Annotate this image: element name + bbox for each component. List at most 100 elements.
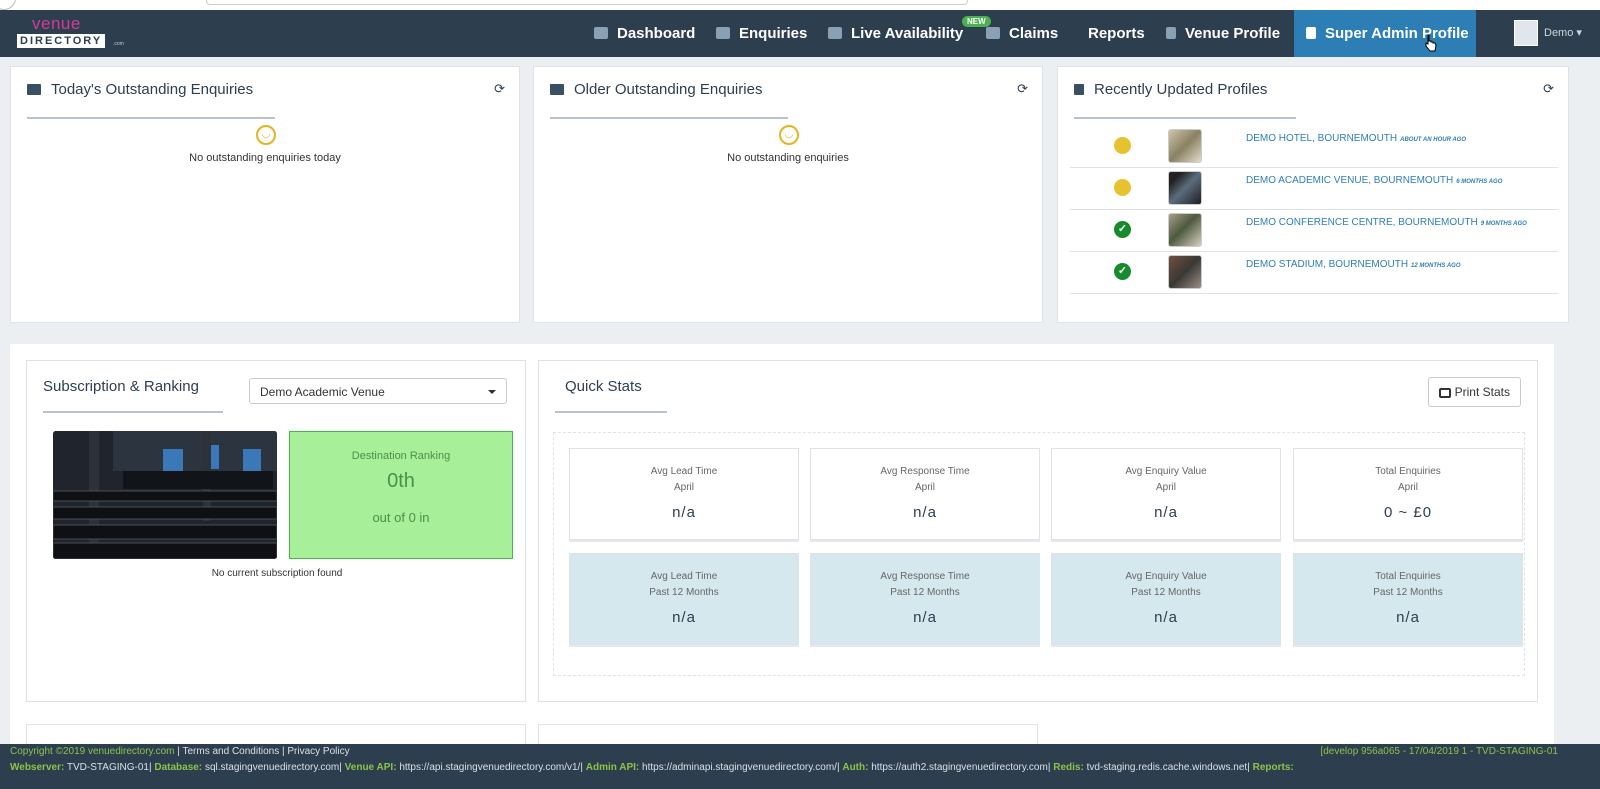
recent-profiles-title: Recently Updated Profiles [1074,81,1267,98]
stat-label: Avg Response Time [880,571,970,582]
venue-select-value: Demo Academic Venue [260,385,385,399]
profile-row[interactable]: DEMO ACADEMIC VENUE, BOURNEMOUTH 6 MONTHS… [1070,167,1558,210]
nav-claims[interactable]: Claims [986,10,1058,57]
lock-icon [1306,27,1316,39]
stat-card: Total Enquiries April 0 ~ £0 [1293,448,1523,540]
nav-dashboard[interactable]: Dashboard [594,10,695,57]
stat-card: Avg Response Time April n/a [810,448,1040,540]
profile-updated-time: 6 MONTHS AGO [1456,179,1503,185]
profile-updated-time: 12 MONTHS AGO [1411,263,1461,269]
browser-chrome [0,0,1600,10]
profile-row[interactable]: DEMO HOTEL, BOURNEMOUTH ABOUT AN HOUR AGO [1070,125,1558,168]
stat-period: April [1155,482,1176,493]
smile-icon: ◡ [779,125,799,145]
profile-row[interactable]: ✓ DEMO STADIUM, BOURNEMOUTH 12 MONTHS AGO [1070,251,1558,294]
nav-reports[interactable]: Reports [1088,10,1145,57]
venue-select[interactable]: Demo Academic Venue [249,378,507,404]
refresh-icon[interactable]: ⟳ [494,81,505,97]
subscription-ranking-title: Subscription & Ranking [43,378,199,395]
dashboard-icon [594,27,608,39]
redis-label: Redis: [1053,762,1084,773]
auth-value: https://auth2.stagingvenuedirectory.com [871,762,1048,773]
profile-link[interactable]: DEMO HOTEL, BOURNEMOUTH ABOUT AN HOUR AGO [1246,133,1466,144]
stat-value: n/a [1154,609,1178,626]
nav-super-admin-profile-label: Super Admin Profile [1325,25,1469,42]
pending-status-icon [1114,137,1131,154]
webserver-value: TVD-STAGING-01 [66,762,149,773]
database-label: Database: [154,762,203,773]
venue-directory-logo[interactable]: venue DIRECTORY .com [16,14,124,54]
profile-name: DEMO CONFERENCE CENTRE, BOURNEMOUTH [1246,217,1478,228]
stat-value: n/a [672,504,696,521]
stat-period: Past 12 Months [649,587,719,598]
todays-enquiries-title: Today's Outstanding Enquiries [27,81,253,98]
calendar-icon [828,27,842,39]
title-underline [27,117,275,119]
logo-text-directory: DIRECTORY [17,34,106,48]
refresh-icon[interactable]: ⟳ [1543,81,1554,97]
nav-enquiries[interactable]: Enquiries [716,10,807,57]
ranking-subtitle: out of 0 in [372,510,430,525]
pending-status-icon [1114,179,1131,196]
terms-link[interactable]: Terms and Conditions [182,746,279,757]
ranking-value: 0th [387,470,415,492]
stat-card: Avg Enquiry Value Past 12 Months n/a [1051,553,1281,645]
profile-link[interactable]: DEMO CONFERENCE CENTRE, BOURNEMOUTH 9 MON… [1246,217,1527,228]
main-content-section: Subscription & Ranking Demo Academic Ven… [10,344,1554,755]
stat-value: n/a [913,504,937,521]
printer-icon [1438,388,1451,398]
profile-name: DEMO ACADEMIC VENUE, BOURNEMOUTH [1246,175,1454,186]
stat-period: April [914,482,935,493]
refresh-icon[interactable]: ⟳ [1017,81,1028,97]
browser-button[interactable] [0,0,16,10]
profile-thumbnail [1168,255,1202,289]
stat-period: Past 12 Months [890,587,960,598]
stat-value: n/a [1396,609,1420,626]
nav-venue-profile[interactable]: Venue Profile [1166,10,1280,57]
build-info: [develop 956a065 - 17/04/2019 1 - TVD-ST… [1320,746,1558,757]
stat-card: Avg Lead Time Past 12 Months n/a [569,553,799,645]
stat-label: Avg Lead Time [650,466,718,477]
reports-label: Reports: [1252,762,1294,773]
nav-venue-profile-label: Venue Profile [1185,25,1281,42]
logo-text-venue: venue [32,14,81,33]
privacy-link[interactable]: Privacy Policy [287,746,349,757]
logo-text-com: .com [113,41,124,47]
avatar [1514,20,1538,47]
print-stats-label: Print Stats [1454,385,1510,399]
book-icon [986,27,1000,39]
smile-icon: ◡ [256,125,276,145]
stat-value: n/a [1154,504,1178,521]
venue-api-value: https://api.stagingvenuedirectory.com/v1… [399,762,581,773]
older-enquiries-title-text: Older Outstanding Enquiries [574,81,763,98]
title-underline [555,411,667,413]
auth-label: Auth: [842,762,869,773]
print-stats-button[interactable]: Print Stats [1427,377,1521,407]
address-bar[interactable] [206,0,968,5]
stat-period: Past 12 Months [1373,587,1443,598]
profile-link[interactable]: DEMO STADIUM, BOURNEMOUTH 12 MONTHS AGO [1246,259,1461,270]
nav-super-admin-profile[interactable]: Super Admin Profile [1294,10,1476,57]
admin-api-label: Admin API: [585,762,640,773]
stat-label: Total Enquiries [1375,466,1441,477]
nav-live-availability[interactable]: Live Availability [828,10,963,57]
stat-card: Total Enquiries Past 12 Months n/a [1293,553,1523,645]
profile-link[interactable]: DEMO ACADEMIC VENUE, BOURNEMOUTH 6 MONTHS… [1246,175,1502,186]
profile-row[interactable]: ✓ DEMO CONFERENCE CENTRE, BOURNEMOUTH 9 M… [1070,209,1558,252]
todays-empty-message: No outstanding enquiries today [189,152,341,164]
profile-thumbnail [1168,213,1202,247]
older-enquiries-title: Older Outstanding Enquiries [550,81,762,98]
recent-profiles-panel: Recently Updated Profiles ⟳ DEMO HOTEL, … [1057,66,1569,323]
profile-name: DEMO HOTEL, BOURNEMOUTH [1246,133,1398,144]
user-menu[interactable]: Demo ▾ [1514,10,1582,57]
older-empty-message: No outstanding enquiries [727,152,849,164]
user-name: Demo [1544,27,1574,39]
stat-value: n/a [913,609,937,626]
check-circle-icon: ✓ [1114,221,1131,238]
admin-api-value: https://adminapi.stagingvenuedirectory.c… [642,762,837,773]
title-underline [550,117,788,119]
footer-links: Copyright ©2019 venuedirectory.com | Ter… [10,746,350,757]
nav-reports-label: Reports [1088,25,1145,42]
stat-card: Avg Lead Time April n/a [569,448,799,540]
stat-period: Past 12 Months [1131,587,1201,598]
